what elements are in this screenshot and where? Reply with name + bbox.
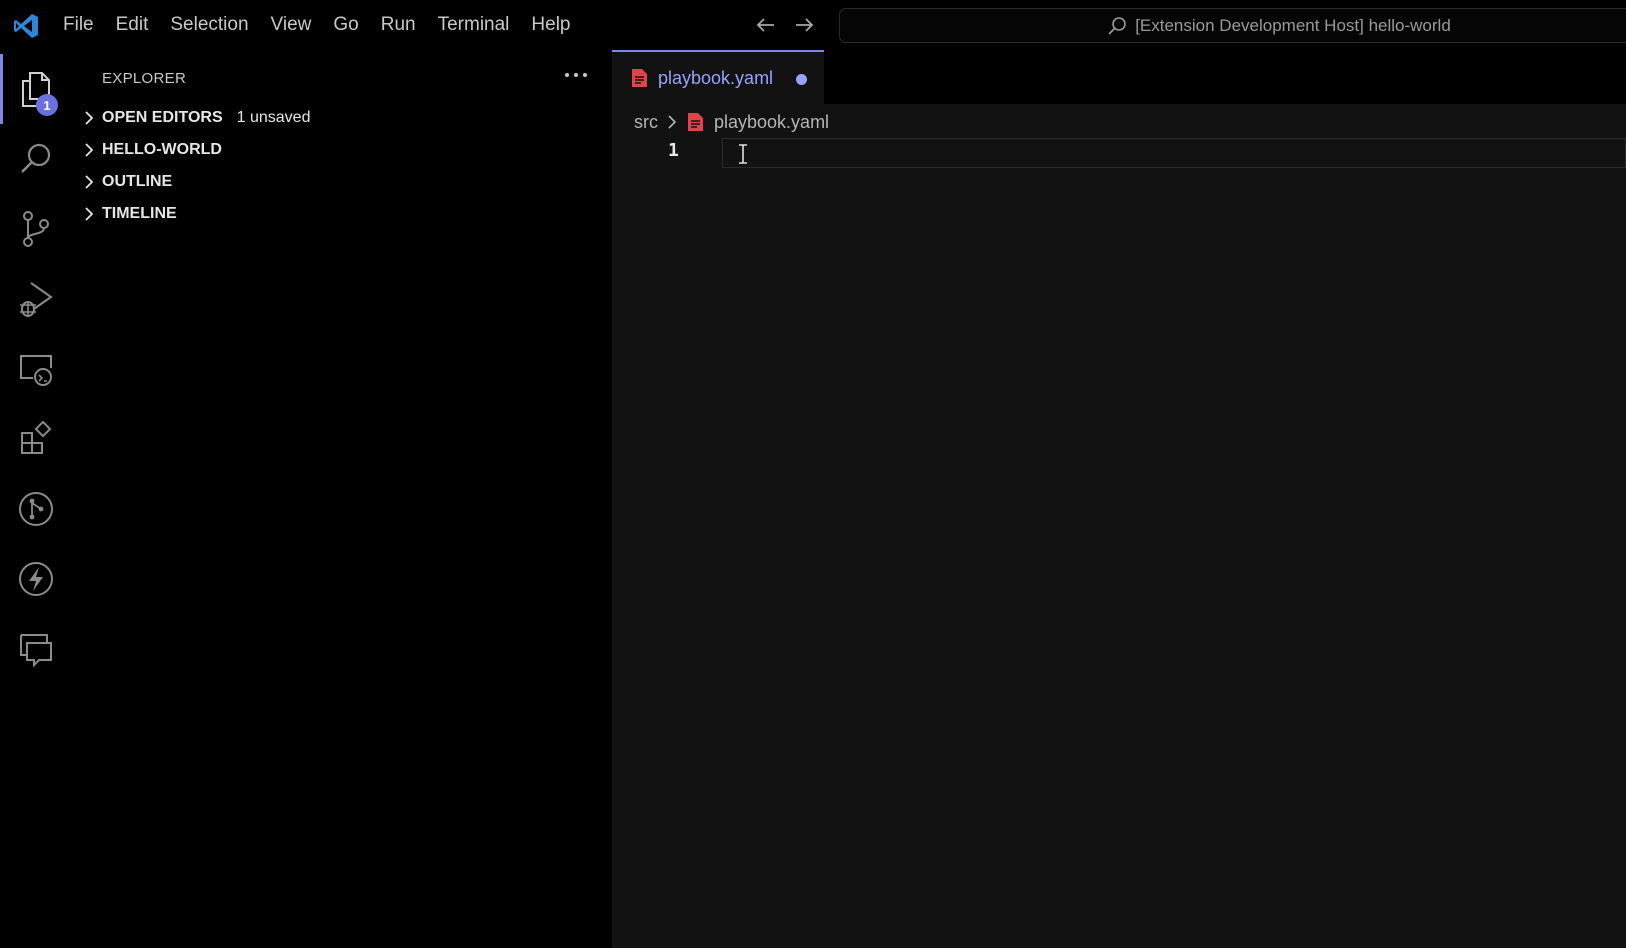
text-cursor-icon <box>739 144 747 164</box>
menu-file[interactable]: File <box>52 0 105 50</box>
chevron-right-icon <box>85 175 94 189</box>
sidebar-title: EXPLORER <box>102 70 187 87</box>
activity-bar: 1 <box>0 50 72 948</box>
tab-label: playbook.yaml <box>658 68 774 88</box>
menu-run[interactable]: Run <box>370 0 427 50</box>
yaml-file-icon <box>632 69 647 87</box>
activity-explorer[interactable]: 1 <box>0 54 72 124</box>
menu-terminal[interactable]: Terminal <box>427 0 521 50</box>
line-number: 1 <box>668 140 679 161</box>
unsaved-count: 1 unsaved <box>236 109 311 126</box>
tab-bar: playbook.yaml <box>612 50 1626 104</box>
menu-bar: File Edit Selection View Go Run Terminal… <box>52 0 582 50</box>
section-title: OUTLINE <box>102 173 173 190</box>
search-icon <box>21 143 51 173</box>
yaml-file-icon <box>688 113 703 131</box>
section-open-editors[interactable]: OPEN EDITORS 1 unsaved <box>80 102 310 134</box>
menu-go[interactable]: Go <box>322 0 369 50</box>
menu-view[interactable]: View <box>260 0 323 50</box>
section-outline[interactable]: OUTLINE <box>80 166 172 198</box>
activity-lightning[interactable] <box>0 544 72 614</box>
activity-search[interactable] <box>0 124 72 194</box>
breadcrumb-folder[interactable]: src <box>634 112 658 133</box>
chevron-right-icon <box>85 207 94 221</box>
breadcrumb: src playbook.yaml <box>634 107 829 137</box>
explorer-badge: 1 <box>36 94 58 116</box>
source-control-icon <box>23 211 49 247</box>
unsaved-dot-icon[interactable] <box>796 74 807 85</box>
chevron-right-icon <box>85 143 94 157</box>
sidebar-explorer: EXPLORER OPEN EDITORS 1 unsaved HELLO-WO… <box>72 50 612 948</box>
run-debug-icon <box>20 282 53 317</box>
more-actions-icon[interactable] <box>562 64 590 86</box>
command-center-label: [Extension Development Host] hello-world <box>1135 15 1451 35</box>
vscode-logo-icon <box>14 14 38 38</box>
tab-playbook-yaml[interactable]: playbook.yaml <box>612 50 824 104</box>
section-title: HELLO-WORLD <box>102 141 222 158</box>
activity-remote-explorer[interactable] <box>0 334 72 404</box>
section-hello-world[interactable]: HELLO-WORLD <box>80 134 222 166</box>
section-timeline[interactable]: TIMELINE <box>80 198 177 230</box>
lightning-icon <box>19 562 53 596</box>
activity-chat[interactable] <box>0 614 72 684</box>
extensions-icon <box>21 421 52 454</box>
activity-extensions[interactable] <box>0 404 72 474</box>
activity-source-control[interactable] <box>0 194 72 264</box>
activity-git-graph[interactable] <box>0 474 72 544</box>
chevron-right-icon <box>85 111 94 125</box>
editor-area: playbook.yaml src playbook.yaml 1 <box>612 50 1626 948</box>
menu-edit[interactable]: Edit <box>105 0 160 50</box>
editor-text-line[interactable] <box>722 138 1626 168</box>
back-arrow-icon[interactable] <box>754 13 778 37</box>
forward-arrow-icon[interactable] <box>792 13 816 37</box>
menu-selection[interactable]: Selection <box>159 0 259 50</box>
breadcrumb-file[interactable]: playbook.yaml <box>714 112 829 133</box>
git-graph-icon <box>19 492 53 526</box>
remote-explorer-icon <box>20 355 52 386</box>
activity-run-debug[interactable] <box>0 264 72 334</box>
menu-help[interactable]: Help <box>520 0 581 50</box>
section-title: OPEN EDITORS <box>102 109 223 126</box>
command-center[interactable]: [Extension Development Host] hello-world <box>839 8 1626 43</box>
section-title: TIMELINE <box>102 205 177 222</box>
chat-icon <box>20 634 52 667</box>
search-icon <box>1108 16 1126 35</box>
title-bar: File Edit Selection View Go Run Terminal… <box>0 0 1626 50</box>
chevron-right-icon <box>668 115 677 129</box>
